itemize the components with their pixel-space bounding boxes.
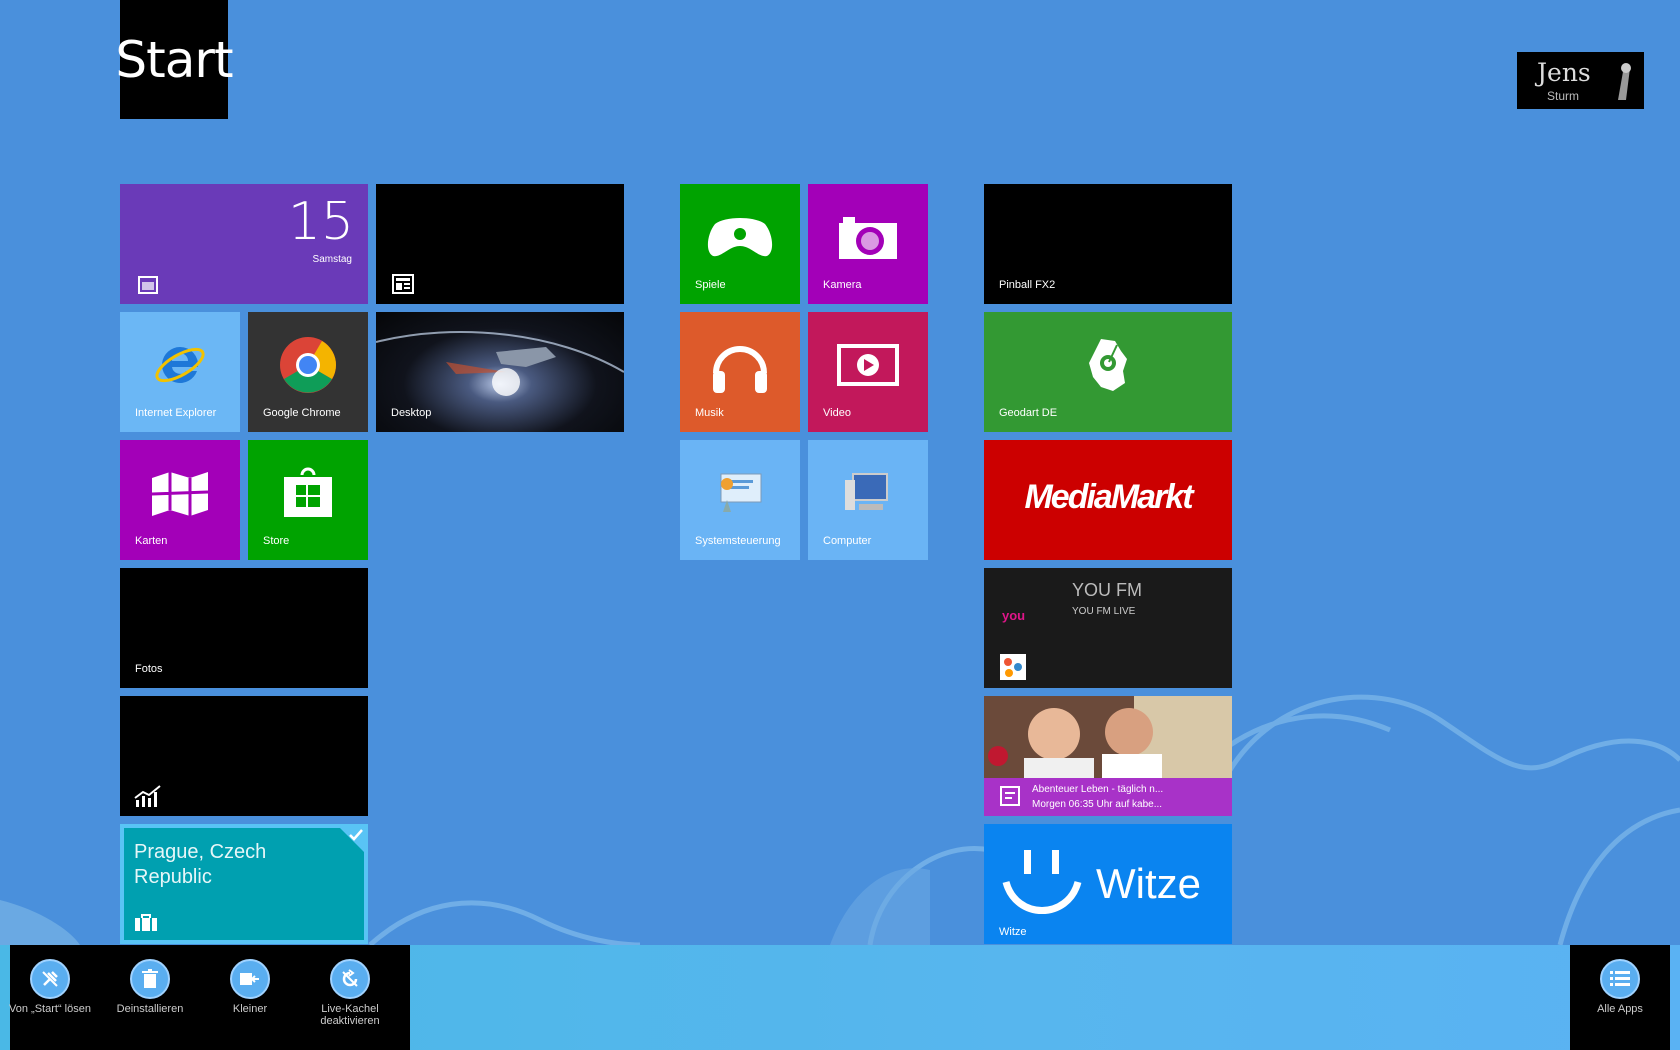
tile-label: Store [263, 535, 290, 547]
video-icon [837, 343, 899, 386]
tile-you-fm[interactable]: YOU FM YOU FM LIVE you [984, 568, 1232, 688]
map-icon [151, 471, 209, 516]
headphones-icon [713, 345, 767, 393]
youfm-title: YOU FM [1072, 580, 1142, 600]
suitcase-icon [135, 914, 157, 931]
calendar-weekday: Samstag [312, 254, 352, 265]
tile-mediamarkt[interactable]: MediaMarkt [984, 440, 1232, 560]
tv-program-line2: Morgen 06:35 Uhr auf kabe... [1032, 799, 1163, 810]
app-bar-commands: Von „Start“ lösen Deinstallieren Kleiner… [9, 945, 410, 1050]
user-avatar [1618, 63, 1631, 100]
camera-icon [839, 216, 897, 259]
tile-pinball-fx2[interactable]: Pinball FX2 [984, 184, 1232, 304]
uninstall-label: Deinstallieren [116, 1003, 184, 1015]
tile-geodart[interactable]: Geodart DE [984, 312, 1232, 432]
store-icon [284, 467, 332, 517]
tile-label: Fotos [135, 663, 163, 675]
calendar-icon [138, 276, 158, 294]
uninstall-button[interactable]: Deinstallieren [100, 959, 200, 1015]
internet-explorer-icon [155, 346, 205, 383]
youfm-logo: you [1002, 608, 1026, 623]
tile-label: Witze [999, 926, 1027, 938]
tv-icon [1000, 786, 1020, 806]
all-apps-area: Alle Apps [1570, 945, 1670, 1050]
tile-weather[interactable]: Prague, Czech Republic [120, 824, 368, 944]
tv-show-image [984, 696, 1232, 778]
tile-label: Systemsteuerung [695, 535, 781, 547]
live-tile-off-label: Live-Kachel deaktivieren [320, 1003, 380, 1027]
tile-label: Musik [695, 407, 724, 419]
smaller-label: Kleiner [232, 1003, 268, 1015]
tile-musik[interactable]: Musik [680, 312, 800, 432]
tile-karten[interactable]: Karten [120, 440, 240, 560]
tile-label: Geodart DE [999, 407, 1058, 419]
weather-location-line1: Prague, Czech [134, 841, 267, 863]
witze-title: Witze [1096, 860, 1201, 907]
tile-label: Desktop [391, 407, 432, 419]
tile-kamera[interactable]: Kamera [808, 184, 928, 304]
tile-label: Internet Explorer [135, 407, 217, 419]
tile-label: Karten [135, 535, 168, 547]
tile-label: Spiele [695, 279, 726, 291]
chrome-icon [280, 336, 336, 393]
tile-finance[interactable] [120, 696, 368, 816]
all-apps-label: Alle Apps [1597, 1003, 1643, 1015]
tv-program-line1: Abenteuer Leben - täglich n... [1032, 784, 1164, 795]
tile-label: Computer [823, 535, 872, 547]
tile-systemsteuerung[interactable]: Systemsteuerung [680, 440, 800, 560]
live-tile-off-icon [330, 959, 370, 999]
weather-location-line2: Republic [134, 866, 212, 888]
tile-spiele[interactable]: Spiele [680, 184, 800, 304]
radio-app-icon [1000, 654, 1026, 680]
tile-store[interactable]: Store [248, 440, 368, 560]
mediamarkt-logo: MediaMarkt [1024, 478, 1193, 516]
youfm-subtitle: YOU FM LIVE [1072, 606, 1136, 617]
control-panel-icon [720, 473, 762, 512]
tile-label: Video [823, 407, 851, 419]
tile-label: Pinball FX2 [999, 279, 1056, 291]
xbox-controller-icon [707, 217, 773, 257]
tile-internet-explorer[interactable]: Internet Explorer [120, 312, 240, 432]
unpin-button[interactable]: Von „Start“ lösen [0, 959, 100, 1015]
finance-chart-icon [134, 785, 161, 807]
tile-witze[interactable]: Witze Witze [984, 824, 1232, 944]
smaller-button[interactable]: Kleiner [200, 959, 300, 1015]
tile-label: Kamera [823, 279, 862, 291]
page-title: Start [115, 0, 234, 119]
trash-icon [130, 959, 170, 999]
tile-desktop[interactable]: Desktop [376, 312, 624, 432]
calendar-day: 15 [287, 192, 354, 252]
germany-target-icon [1089, 338, 1127, 391]
tile-computer[interactable]: Computer [808, 440, 928, 560]
tile-label: Google Chrome [263, 407, 341, 419]
list-icon [1600, 959, 1640, 999]
tile-fotos[interactable]: Fotos [120, 568, 368, 688]
unpin-icon [30, 959, 70, 999]
tile-tv-guide[interactable]: Abenteuer Leben - täglich n... Morgen 06… [984, 696, 1232, 816]
tile-calendar[interactable]: 15 Samstag [120, 184, 368, 304]
news-icon [392, 274, 414, 294]
user-account-tile[interactable]: Jens Sturm [1517, 52, 1644, 109]
user-last-name: Sturm [1547, 89, 1580, 103]
app-bar: Von „Start“ lösen Deinstallieren Kleiner… [0, 945, 1680, 1050]
user-first-name: Jens [1537, 58, 1591, 87]
computer-icon [845, 472, 888, 510]
smiley-icon [1002, 850, 1082, 914]
tile-video[interactable]: Video [808, 312, 928, 432]
tile-news[interactable] [376, 184, 624, 304]
tile-google-chrome[interactable]: Google Chrome [248, 312, 368, 432]
smaller-icon [230, 959, 270, 999]
live-tile-off-button[interactable]: Live-Kachel deaktivieren [300, 959, 400, 1027]
weather-location: Prague, Czech Republic [134, 840, 266, 890]
unpin-label: Von „Start“ lösen [9, 1003, 91, 1015]
tv-program-info: Abenteuer Leben - täglich n... Morgen 06… [1032, 782, 1163, 812]
checkmark-icon [349, 829, 363, 841]
all-apps-button[interactable]: Alle Apps [1570, 959, 1670, 1015]
